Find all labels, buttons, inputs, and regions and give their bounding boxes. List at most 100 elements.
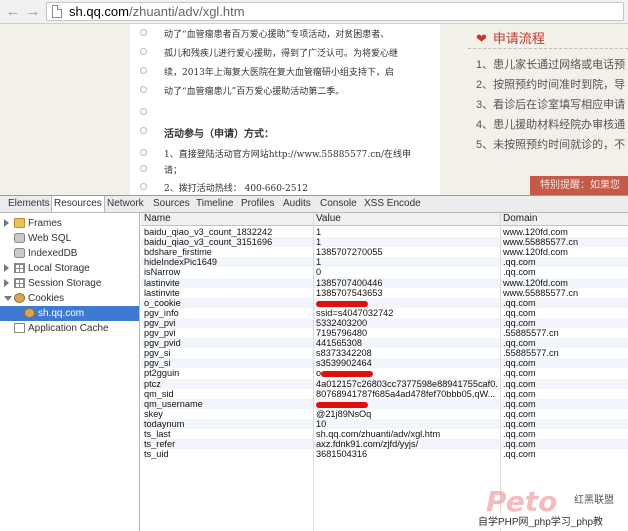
tab-xss-encode[interactable]: XSS Encode (362, 196, 423, 212)
application-process-sidebar: ❤ 申请流程 1、患儿家长通过网络或电话预 2、按照预约时间准时到院，导 3、看诊… (460, 24, 628, 195)
cookie-domain-cell: .qq.com (503, 257, 536, 268)
collapse-arrow-icon[interactable] (4, 296, 12, 301)
table-row[interactable]: baidu_qiao_v3_count_3151696 1 www.55885577… (141, 237, 628, 248)
cookie-name-cell: pgv_si (144, 358, 171, 369)
table-row[interactable]: pgv_pvi 7195796480 .55885577.cn (141, 328, 628, 338)
cookie-value-text: 1 (316, 227, 322, 237)
tab-elements[interactable]: Elements (6, 196, 52, 212)
devtools-panel: Elements Resources Network Sources Timel… (0, 195, 628, 531)
tab-profiles[interactable]: Profiles (239, 196, 276, 212)
tree-label: sh.qq.com (38, 308, 85, 319)
cookie-domain-cell: .qq.com (503, 378, 536, 389)
cookie-name-cell: isNarrow (144, 267, 181, 278)
cookie-domain-cell: .55885577.cn (503, 348, 559, 359)
expand-arrow-icon[interactable] (4, 279, 9, 287)
table-row[interactable]: ts_last sh.qq.com/zhuanti/adv/xgl.htm .qq.… (141, 429, 628, 439)
table-row[interactable]: pgv_si s8373342208 .55885577.cn (141, 348, 628, 358)
cookie-value-cell: @21j89NsOq (316, 409, 498, 419)
cookie-value-cell: 441565308 (316, 338, 498, 348)
column-header-value[interactable]: Value (316, 213, 341, 225)
cookie-domain-cell: .qq.com (503, 388, 536, 399)
cookie-value-text: 1 (316, 237, 322, 248)
tree-item-indexeddb[interactable]: IndexedDB (0, 246, 139, 261)
forward-arrow-icon[interactable]: → (24, 3, 42, 21)
table-row[interactable]: ts_uid 3681504316 .qq.com (141, 449, 628, 459)
tree-item-session-storage[interactable]: Session Storage (0, 276, 139, 291)
cookie-value-cell: 5332403200 (316, 318, 498, 328)
table-row[interactable]: pt2gguin o .qq.com (141, 368, 628, 378)
expand-arrow-icon[interactable] (4, 219, 9, 227)
folder-icon (14, 218, 25, 228)
cookie-name-cell: ts_last (144, 429, 171, 439)
tree-item-sh-qq-com[interactable]: sh.qq.com (0, 306, 139, 321)
tab-network[interactable]: Network (105, 196, 146, 212)
table-row[interactable]: qm_sid 80768941787f685a4ad478fef70bbb05,q… (141, 389, 628, 399)
tree-label: Session Storage (28, 278, 102, 289)
table-row[interactable]: baidu_qiao_v3_count_1832242 1 www.120fd.co… (141, 227, 628, 237)
cookie-name-cell: qm_sid (144, 388, 174, 399)
table-row[interactable]: ts_refer axz.fdnk91.com/zjfd/yyjs/ .qq.com (141, 439, 628, 450)
table-row[interactable]: todaynum 10 .qq.com (141, 418, 628, 429)
column-header-name[interactable]: Name (144, 213, 171, 225)
tree-item-cookies[interactable]: Cookies (0, 291, 139, 306)
article-item: 2、拨打活动热线： 400-660-2512 (164, 184, 308, 194)
table-row[interactable]: o_cookie .qq.com (141, 297, 628, 308)
tab-audits[interactable]: Audits (281, 196, 313, 212)
cookie-value-cell: 10 (316, 419, 498, 429)
tab-sources[interactable]: Sources (151, 196, 192, 212)
watermark-text: 自学PHP网_php学习_php教 (478, 513, 604, 528)
cookie-domain-cell: .qq.com (503, 358, 536, 369)
cookie-value-text: @21j89NsOq (316, 408, 372, 419)
tree-label: Local Storage (28, 263, 90, 274)
cookie-domain-cell: .qq.com (503, 439, 536, 450)
cookie-value-text: s3539902464 (316, 358, 372, 369)
bullet-icon (140, 183, 147, 190)
url-input[interactable]: sh.qq.com/zhuanti/adv/xgl.htm (46, 2, 624, 21)
table-row[interactable]: lastinvite 1385707400446 www.120fd.com (141, 277, 628, 288)
url-text: sh.qq.com/zhuanti/adv/xgl.htm (69, 4, 245, 19)
cookie-table: Name Value Domain baidu_qiao_v3_count_18… (141, 213, 628, 531)
tree-item-local-storage[interactable]: Local Storage (0, 261, 139, 276)
cookie-domain-cell: .qq.com (503, 449, 536, 460)
tree-item-frames[interactable]: Frames (0, 216, 139, 231)
cookie-value-cell: 80768941787f685a4ad478fef70bbb05,qW... (316, 389, 498, 399)
table-row[interactable]: qm_username .qq.com (141, 398, 628, 409)
cookie-domain-cell: .qq.com (503, 429, 536, 439)
column-divider (500, 213, 501, 531)
cookie-value-text: 1 (316, 257, 322, 268)
redaction-mark (316, 300, 368, 307)
table-row[interactable]: skey @21j89NsOq .qq.com (141, 409, 628, 419)
tree-item-web-sql[interactable]: Web SQL (0, 231, 139, 246)
url-domain: sh.qq.com (69, 4, 129, 19)
cookie-value-cell: 7195796480 (316, 328, 498, 338)
column-header-domain[interactable]: Domain (503, 213, 537, 225)
cookie-name-cell: lastinvite (144, 277, 180, 288)
cookie-value-cell: 0 (316, 267, 498, 277)
table-row[interactable]: bdshare_firstime 1385707270055 www.120fd.c… (141, 247, 628, 257)
table-row[interactable]: pgv_info ssid=s4047032742 .qq.com (141, 308, 628, 318)
cookie-name-cell: lastinvite (144, 287, 180, 298)
table-row[interactable]: pgv_pvi 5332403200 .qq.com (141, 317, 628, 328)
cookie-name-cell: pt2gguin (144, 368, 180, 379)
tab-console[interactable]: Console (318, 196, 359, 212)
bullet-icon (140, 149, 147, 156)
tree-item-application-cache[interactable]: Application Cache (0, 321, 139, 336)
cookie-value-text: sh.qq.com/zhuanti/adv/xgl.htm (316, 429, 441, 439)
cookie-domain-cell: .qq.com (503, 338, 536, 349)
back-arrow-icon[interactable]: ← (4, 3, 22, 21)
tree-label: IndexedDB (28, 248, 78, 259)
table-row[interactable]: pgv_si s3539902464 .qq.com (141, 358, 628, 369)
table-row[interactable]: pgv_pvid 441565308 .qq.com (141, 338, 628, 349)
tab-timeline[interactable]: Timeline (194, 196, 235, 212)
tab-resources[interactable]: Resources (51, 196, 105, 212)
process-step: 1、患儿家长通过网络或电话预 (476, 59, 626, 71)
table-row[interactable]: isNarrow 0 .qq.com (141, 267, 628, 277)
article-item: 1、直接登陆活动官方网站http://www.55885577.cn/在线申 (164, 150, 412, 160)
table-row[interactable]: lastinvite 1385707543653 www.55885577.cn (141, 288, 628, 298)
cookie-domain-cell: .qq.com (503, 398, 536, 409)
sidebar-title-text: 申请流程 (492, 31, 545, 46)
table-row[interactable]: ptcz 4a012157c26803cc7377598e88941755caf0… (141, 378, 628, 389)
table-row[interactable]: hideIndexPic1649 1 .qq.com (141, 257, 628, 268)
expand-arrow-icon[interactable] (4, 264, 9, 272)
database-icon (14, 233, 25, 243)
